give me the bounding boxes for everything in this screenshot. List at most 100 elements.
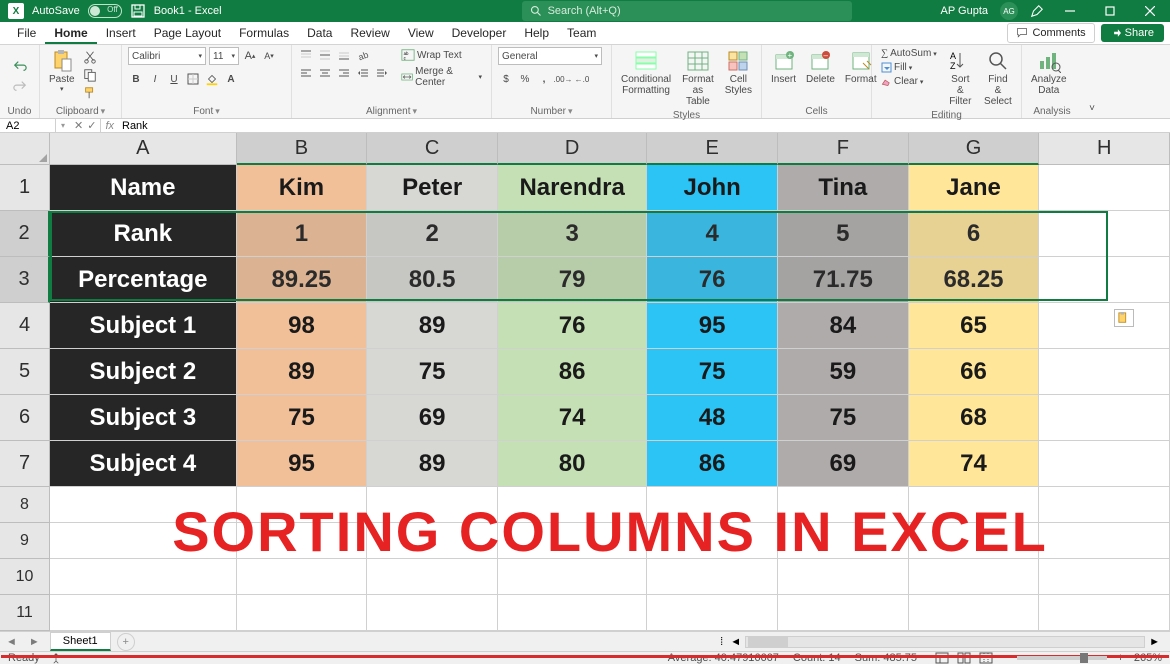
cell-G3[interactable]: 68.25 — [909, 257, 1040, 303]
cell-G10[interactable] — [909, 559, 1040, 595]
minimize-button[interactable] — [1056, 0, 1084, 22]
cell-H11[interactable] — [1039, 595, 1170, 631]
paste-button[interactable]: Paste▾ — [46, 47, 78, 96]
accessibility-icon[interactable] — [50, 652, 62, 664]
column-header-H[interactable]: H — [1039, 133, 1170, 165]
cell-E4[interactable]: 95 — [647, 303, 778, 349]
number-format-select[interactable]: General▾ — [498, 47, 602, 65]
menu-help[interactable]: Help — [515, 22, 558, 44]
cell-H3[interactable] — [1039, 257, 1170, 303]
paste-options-button[interactable] — [1114, 309, 1134, 327]
row-header-10[interactable]: 10 — [0, 559, 50, 595]
undo-button[interactable] — [12, 58, 28, 74]
cell-E10[interactable] — [647, 559, 778, 595]
cell-D11[interactable] — [498, 595, 647, 631]
cell-F3[interactable]: 71.75 — [778, 257, 909, 303]
format-as-table-button[interactable]: Format as Table — [678, 47, 718, 109]
collapse-ribbon-button[interactable]: ˅ — [1089, 103, 1095, 114]
copy-button[interactable] — [82, 67, 98, 83]
cancel-formula-button[interactable]: ✕ — [74, 119, 83, 132]
sheet-nav-prev[interactable]: ◄ — [0, 636, 23, 648]
row-header-8[interactable]: 8 — [0, 487, 50, 523]
cell-D4[interactable]: 76 — [498, 303, 647, 349]
menu-review[interactable]: Review — [341, 22, 398, 44]
cell-F6[interactable]: 75 — [778, 395, 909, 441]
cell-A11[interactable] — [50, 595, 237, 631]
cell-A1[interactable]: Name — [50, 165, 237, 211]
increase-font-button[interactable]: A▴ — [242, 48, 258, 64]
cell-F4[interactable]: 84 — [778, 303, 909, 349]
conditional-formatting-button[interactable]: Conditional Formatting — [618, 47, 674, 98]
cell-H7[interactable] — [1039, 441, 1170, 487]
autosum-button[interactable]: ∑ AutoSum ▾ — [878, 47, 940, 60]
menu-developer[interactable]: Developer — [443, 22, 516, 44]
column-header-E[interactable]: E — [647, 133, 778, 165]
cell-G4[interactable]: 65 — [909, 303, 1040, 349]
share-button[interactable]: Share — [1101, 24, 1164, 42]
cell-G1[interactable]: Jane — [909, 165, 1040, 211]
sheet-tab[interactable]: Sheet1 — [50, 632, 111, 651]
find-select-button[interactable]: Find & Select — [981, 47, 1015, 109]
cell-G7[interactable]: 74 — [909, 441, 1040, 487]
cell-F11[interactable] — [778, 595, 909, 631]
cell-D5[interactable]: 86 — [498, 349, 647, 395]
row-header-2[interactable]: 2 — [0, 211, 50, 257]
font-color-button[interactable]: A — [223, 71, 239, 87]
cell-C2[interactable]: 2 — [367, 211, 498, 257]
menu-insert[interactable]: Insert — [97, 22, 145, 44]
decrease-indent-button[interactable] — [355, 65, 371, 81]
row-header-6[interactable]: 6 — [0, 395, 50, 441]
cell-C1[interactable]: Peter — [367, 165, 498, 211]
cell-A4[interactable]: Subject 1 — [50, 303, 237, 349]
pencil-icon[interactable] — [1030, 4, 1044, 18]
cell-H6[interactable] — [1039, 395, 1170, 441]
orientation-button[interactable]: ab — [355, 47, 371, 63]
fx-icon[interactable]: fx — [101, 120, 118, 132]
cell-D10[interactable] — [498, 559, 647, 595]
add-sheet-button[interactable]: + — [117, 633, 135, 651]
cell-C11[interactable] — [367, 595, 498, 631]
borders-button[interactable] — [185, 71, 201, 87]
cell-A7[interactable]: Subject 4 — [50, 441, 237, 487]
cell-E3[interactable]: 76 — [647, 257, 778, 303]
menu-view[interactable]: View — [399, 22, 443, 44]
insert-cells-button[interactable]: +Insert — [768, 47, 799, 87]
cell-F10[interactable] — [778, 559, 909, 595]
close-button[interactable] — [1136, 0, 1164, 22]
font-size-select[interactable]: 11▾ — [209, 47, 239, 65]
cell-C6[interactable]: 69 — [367, 395, 498, 441]
menu-page-layout[interactable]: Page Layout — [145, 22, 230, 44]
cut-button[interactable] — [82, 49, 98, 65]
name-box[interactable]: A2 — [0, 119, 56, 132]
cell-B3[interactable]: 89.25 — [237, 257, 368, 303]
cell-A3[interactable]: Percentage — [50, 257, 237, 303]
cell-E5[interactable]: 75 — [647, 349, 778, 395]
align-top-button[interactable] — [298, 47, 314, 63]
cell-G5[interactable]: 66 — [909, 349, 1040, 395]
decrease-font-button[interactable]: A▾ — [261, 48, 277, 64]
cell-E1[interactable]: John — [647, 165, 778, 211]
select-all-corner[interactable] — [0, 133, 50, 165]
column-header-D[interactable]: D — [498, 133, 647, 165]
align-bottom-button[interactable] — [336, 47, 352, 63]
column-header-C[interactable]: C — [367, 133, 498, 165]
redo-button[interactable] — [12, 78, 28, 94]
fill-button[interactable]: Fill ▾ — [878, 61, 940, 74]
cell-B10[interactable] — [237, 559, 368, 595]
underline-button[interactable]: U — [166, 71, 182, 87]
delete-cells-button[interactable]: –Delete — [803, 47, 838, 87]
cell-C4[interactable]: 89 — [367, 303, 498, 349]
zoom-in-button[interactable]: + — [1113, 652, 1127, 664]
cell-B7[interactable]: 95 — [237, 441, 368, 487]
font-name-select[interactable]: Calibri ▾ — [128, 47, 206, 65]
menu-data[interactable]: Data — [298, 22, 341, 44]
merge-center-button[interactable]: Merge & Center ▾ — [398, 65, 485, 89]
cell-C7[interactable]: 89 — [367, 441, 498, 487]
row-header-3[interactable]: 3 — [0, 257, 50, 303]
cell-G11[interactable] — [909, 595, 1040, 631]
cell-C10[interactable] — [367, 559, 498, 595]
comma-format-button[interactable]: , — [536, 71, 552, 87]
align-center-button[interactable] — [317, 65, 333, 81]
cell-F5[interactable]: 59 — [778, 349, 909, 395]
cell-E7[interactable]: 86 — [647, 441, 778, 487]
